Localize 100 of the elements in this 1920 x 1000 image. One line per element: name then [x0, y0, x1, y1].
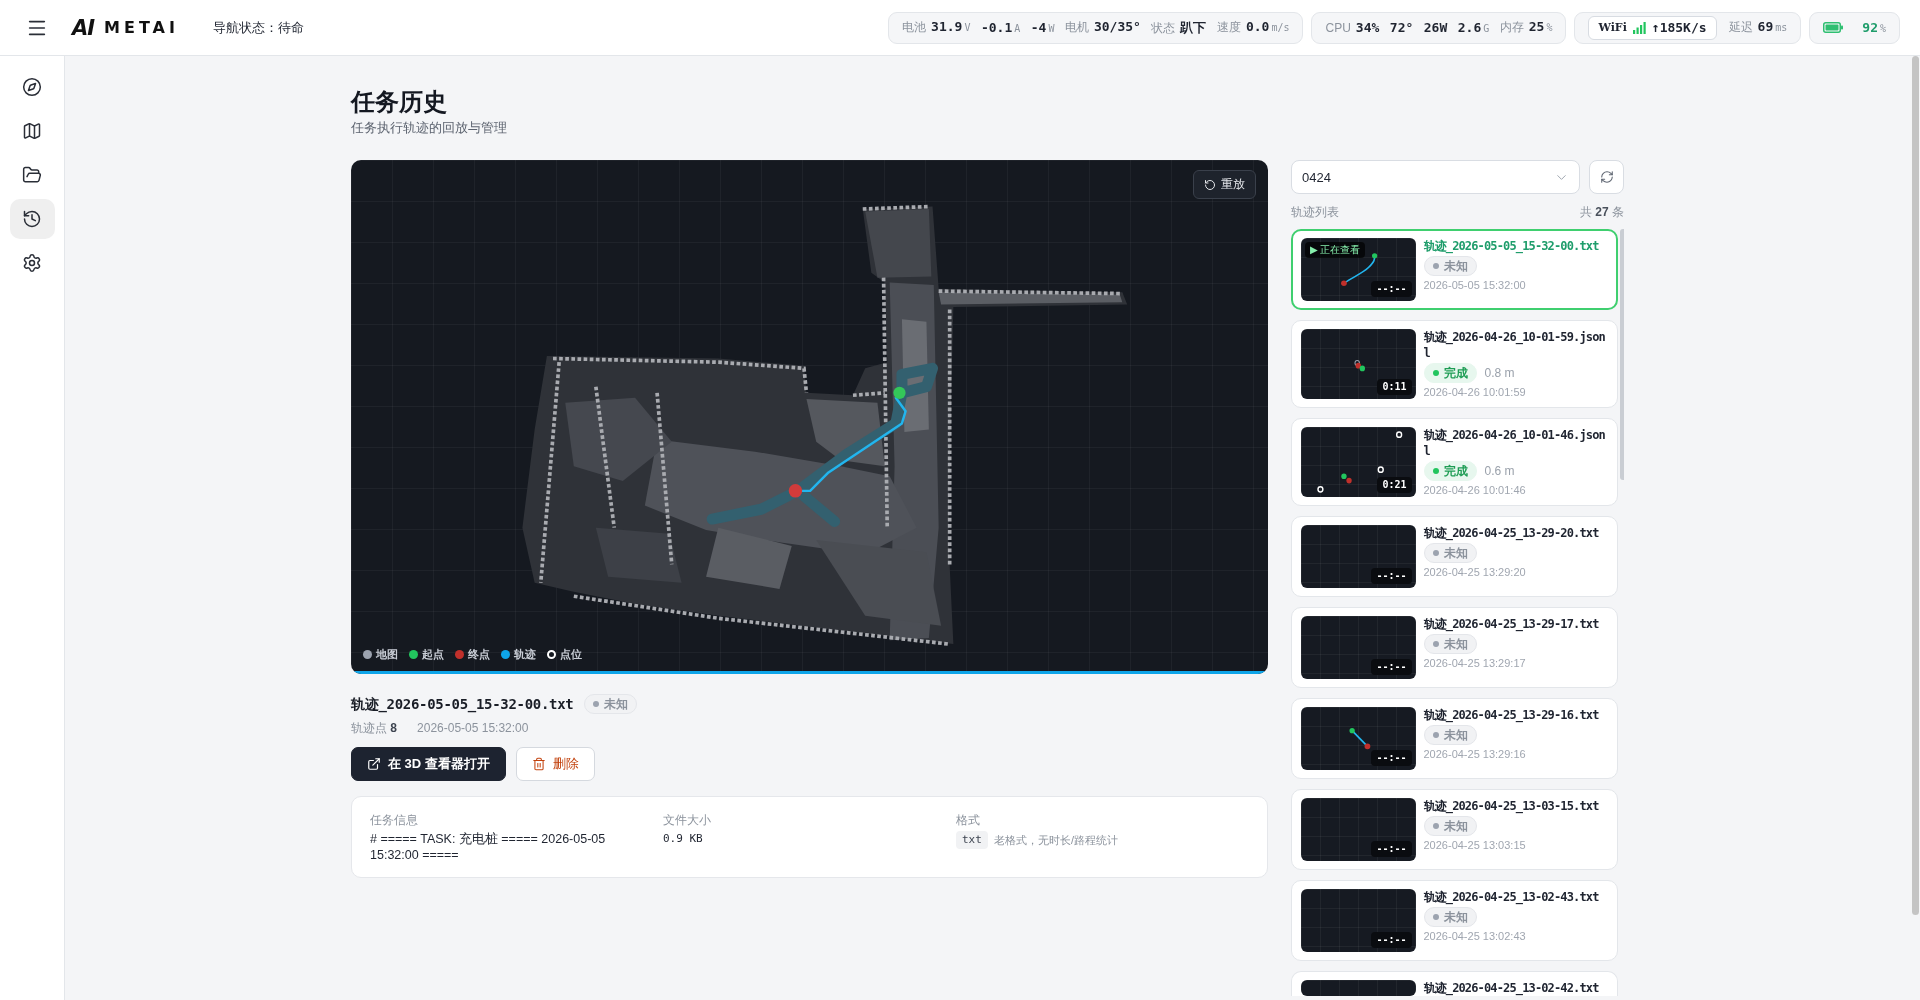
status-label: 未知 [1443, 908, 1468, 926]
track-file-name: 轨迹_2026-04-25_13-29-16.txt [1423, 707, 1600, 723]
status-dot-icon [1432, 550, 1439, 556]
selected-file-name: 轨迹_2026-05-05_15-32-00.txt [351, 695, 574, 714]
metric-value: 26W [1423, 20, 1448, 35]
status-dot-icon [1432, 468, 1439, 474]
track-date: 2026-04-25 13:02:43 [1423, 929, 1526, 943]
track-file-name: 轨迹_2026-04-26_10-01-59.jsonl [1423, 329, 1606, 361]
end-point-icon [1341, 280, 1347, 287]
track-file-name: 轨迹_2026-05-05_15-32-00.txt [1423, 238, 1600, 254]
track-list-item[interactable]: --:-- 轨迹_2026-04-25_13-29-20.txt 未知 2026-04-25 13:29:20 [1291, 516, 1618, 597]
open-viewer-button[interactable]: 在 3D 查看器打开 [351, 747, 506, 781]
replay-icon [1204, 178, 1216, 191]
list-count: 共 27 条 [1579, 203, 1624, 221]
metric-value: 34% [1355, 20, 1380, 35]
end-point-icon [788, 484, 803, 498]
track-list-item[interactable]: --:-- 轨迹_2026-04-25_13-29-17.txt 未知 2026-04-25 13:29:17 [1291, 607, 1618, 688]
history-icon [22, 209, 42, 229]
waypoint-icon [1377, 466, 1384, 473]
start-point-icon [893, 386, 906, 399]
battery-icon [1823, 22, 1844, 33]
track-date: 2026-04-25 13:03:15 [1423, 838, 1526, 852]
track-list-item[interactable]: ▶ 正在查看 --:-- 轨迹_2026-05-05_15-32-00.txt 未知 2026-05-05 15:32:00 [1291, 229, 1618, 310]
status-label: 未知 [1443, 635, 1468, 653]
delete-button[interactable]: 删除 [515, 747, 595, 781]
duration-label: 0:11 [1377, 379, 1412, 395]
metric-value: 92% [1862, 20, 1886, 35]
info-label: 任务信息 [370, 812, 418, 828]
legend-label: 轨迹 [514, 647, 536, 662]
track-file-name: 轨迹_2026-04-25_13-02-42.txt [1423, 980, 1600, 996]
date-select[interactable]: 0424 [1291, 160, 1580, 194]
metric-label: 内存 [1499, 19, 1524, 36]
status-dot-icon [1432, 914, 1439, 920]
format-note: 老格式，无时长/路程统计 [993, 832, 1118, 848]
legend-label: 点位 [560, 647, 582, 662]
signal-bars-icon [1632, 21, 1646, 34]
logo-mark: AI [72, 15, 95, 40]
track-list-item[interactable]: --:-- 轨迹_2026-04-25_13-03-15.txt 未知 2026-04-25 13:03:15 [1291, 789, 1618, 870]
legend-label: 地图 [376, 647, 398, 662]
external-link-icon [367, 757, 381, 771]
page-scrollbar[interactable] [1911, 56, 1919, 916]
track-list-item[interactable]: --:-- 轨迹_2026-04-25_13-29-16.txt 未知 2026-04-25 13:29:16 [1291, 698, 1618, 779]
waypoint-icon [1317, 486, 1324, 493]
nav-status: 导航状态：待命 [212, 18, 304, 37]
metric-label: 速度 [1216, 19, 1241, 36]
duration-label: --:-- [1371, 932, 1412, 948]
status-label: 完成 [1443, 364, 1468, 382]
metric-label: 延迟 [1728, 19, 1753, 36]
file-time: 2026-05-05 15:32:00 [417, 720, 529, 737]
status-label: 未知 [603, 695, 628, 713]
status-dot-icon [1432, 823, 1439, 829]
refresh-button[interactable] [1589, 160, 1624, 194]
status-dot-icon [1432, 732, 1439, 738]
task-info-value: # ===== TASK: 充电桩 ===== 2026-05-05 15:32:00 ===== [370, 831, 607, 863]
info-label: 文件大小 [663, 812, 711, 828]
track-list-item[interactable]: 轨迹_2026-04-25_13-02-42.txt [1291, 971, 1618, 996]
metric-label: CPU [1325, 21, 1351, 35]
folder-icon [22, 165, 42, 185]
status-label: 未知 [1443, 257, 1468, 275]
metric-value: -0.1A [980, 20, 1021, 35]
refresh-icon [1599, 170, 1614, 184]
track-date: 2026-05-05 15:32:00 [1423, 278, 1526, 292]
wifi-label: WiFi [1598, 21, 1627, 34]
replay-button[interactable]: 重放 [1193, 170, 1256, 199]
duration-label: --:-- [1371, 841, 1412, 857]
duration-label: --:-- [1371, 659, 1412, 675]
track-file-name: 轨迹_2026-04-25_13-29-17.txt [1423, 616, 1600, 632]
metric-value: 2.6G [1457, 20, 1490, 35]
status-dot-icon [1432, 641, 1439, 647]
track-file-name: 轨迹_2026-04-25_13-03-15.txt [1423, 798, 1600, 814]
now-viewing-label: ▶ 正在查看 [1305, 242, 1366, 258]
legend-label: 起点 [422, 647, 444, 662]
track-list-item[interactable]: 0:11 轨迹_2026-04-26_10-01-59.jsonl 完成 0.8 m 2026-04-26 10:01:59 [1291, 320, 1618, 408]
file-size-value: 0.9 KB [663, 831, 703, 847]
track-date: 2026-04-26 10:01:59 [1423, 385, 1526, 399]
sidebar-nav-item[interactable] [9, 199, 55, 239]
distance-label: 0.6 m [1484, 464, 1515, 478]
start-point-icon [1371, 253, 1378, 259]
metric-value: 30/35° [1093, 19, 1141, 34]
status-dot-icon [1432, 263, 1439, 269]
track-date: 2026-04-25 13:29:20 [1423, 565, 1526, 579]
track-file-name: 轨迹_2026-04-25_13-02-43.txt [1423, 889, 1600, 905]
status-dot-icon [1432, 370, 1439, 376]
point-count: 轨迹点 8 [351, 720, 398, 737]
page-subtitle: 任务执行轨迹的回放与管理 [351, 119, 508, 137]
page-title: 任务历史 [351, 87, 448, 117]
track-list-item[interactable]: --:-- 轨迹_2026-04-25_13-02-43.txt 未知 2026-04-25 13:02:43 [1291, 880, 1618, 961]
track-file-name: 轨迹_2026-04-25_13-29-20.txt [1423, 525, 1600, 541]
track-list-item[interactable]: 0:21 轨迹_2026-04-26_10-01-46.jsonl 完成 0.6 m 2026-04-26 10:01:46 [1291, 418, 1618, 506]
status-label: 未知 [1443, 544, 1468, 562]
duration-label: --:-- [1371, 568, 1412, 584]
start-point-icon [1341, 473, 1347, 480]
status-label: 未知 [1443, 726, 1468, 744]
trash-icon [531, 757, 546, 771]
metric-value: 31.9 V [931, 19, 971, 34]
end-point-icon [1364, 743, 1371, 750]
metric-label: 状态 [1151, 19, 1176, 37]
end-point-icon [1355, 362, 1361, 369]
track-date: 2026-04-26 10:01:46 [1423, 483, 1526, 497]
info-label: 格式 [956, 812, 980, 828]
